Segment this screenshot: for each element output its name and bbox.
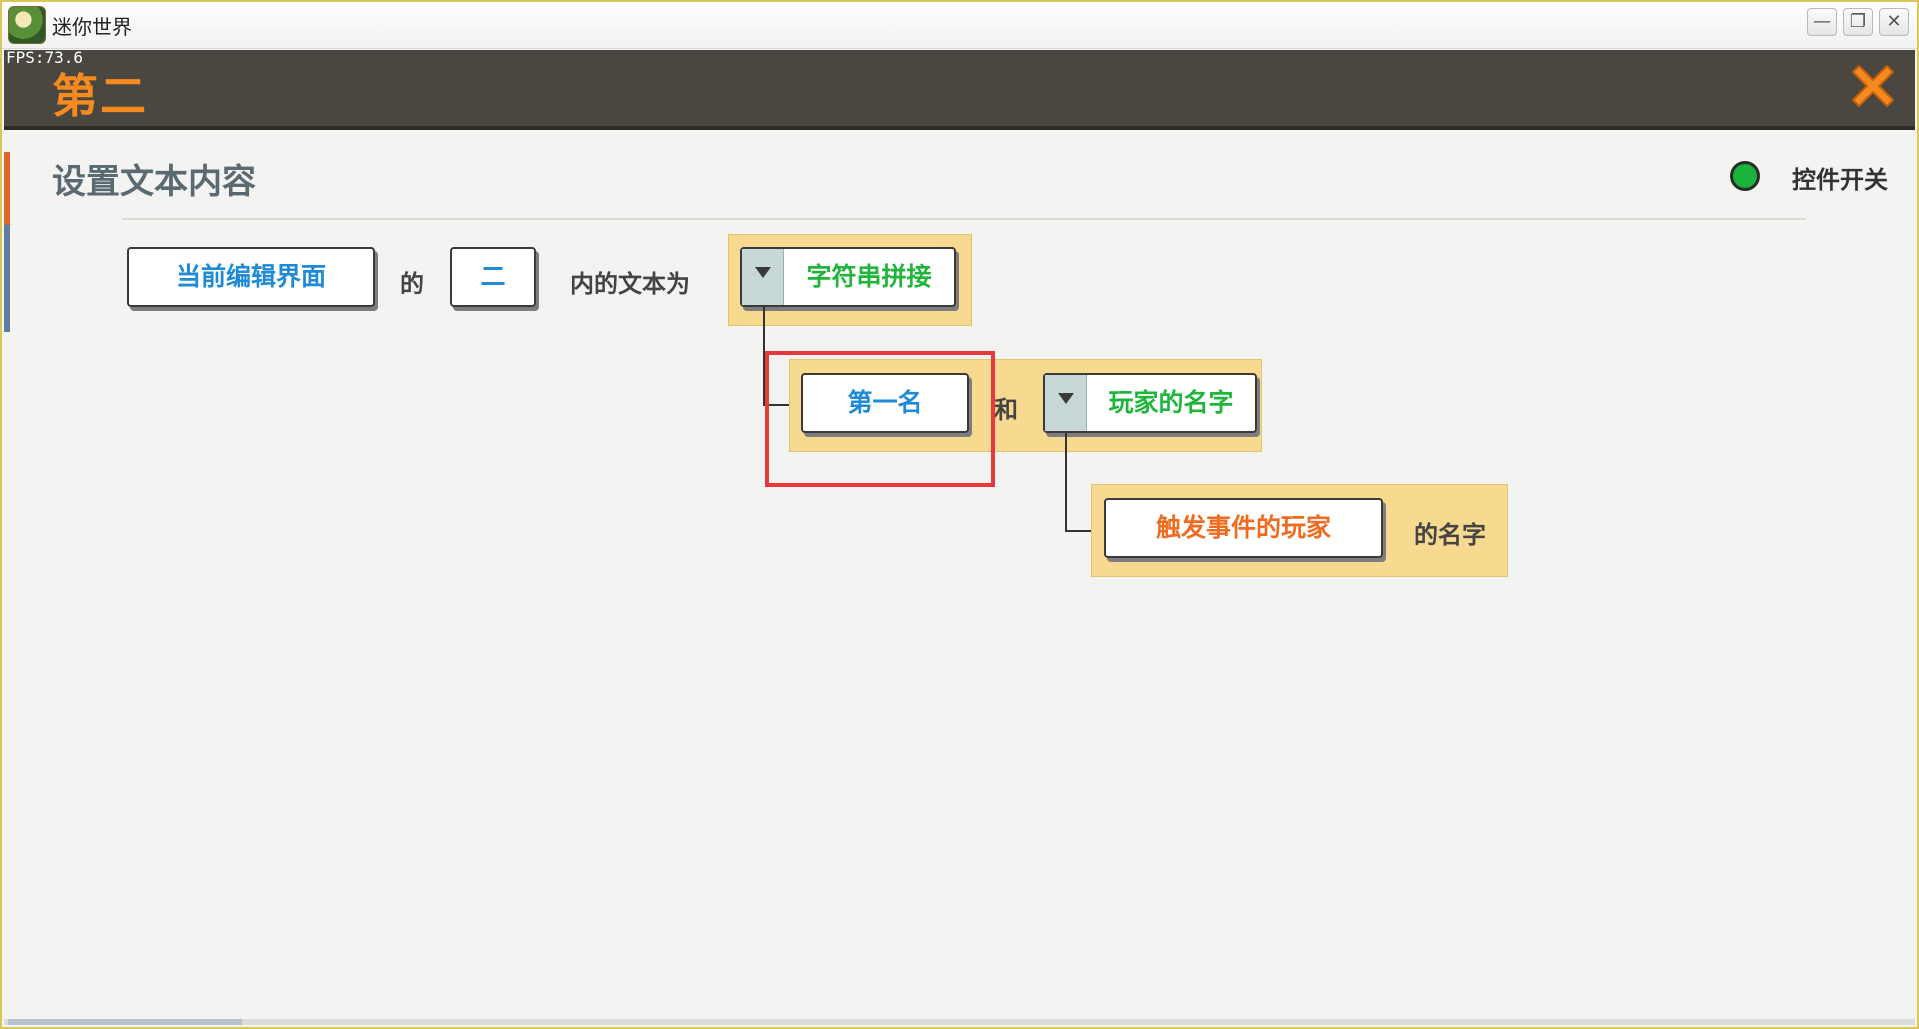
app-logo-icon: [8, 6, 46, 44]
control-toggle-indicator[interactable]: [1730, 161, 1760, 191]
target-ui-button[interactable]: 当前编辑界面: [127, 247, 375, 307]
editor-header: 第二: [4, 50, 1915, 130]
horizontal-scrollbar[interactable]: [4, 1019, 1915, 1025]
tree-connector: [1065, 530, 1091, 532]
element-select-button[interactable]: 二: [450, 247, 536, 307]
name-suffix-text: 的名字: [1414, 521, 1486, 549]
tree-connector: [1065, 433, 1067, 532]
dropdown-arrow-icon: [1045, 375, 1087, 431]
minimize-button[interactable]: —: [1807, 8, 1837, 36]
app-window: 迷你世界 — ❐ ✕ FPS:73.6 第二 设置文本内容 控件开关 当前编辑界…: [0, 0, 1919, 1029]
player-name-dropdown-label: 玩家的名字: [1108, 388, 1234, 417]
selection-highlight: [765, 351, 995, 487]
connector-of-text: 的: [400, 270, 424, 298]
section-title: 设置文本内容: [52, 162, 256, 202]
text-content-label: 内的文本为: [570, 270, 690, 298]
restore-button[interactable]: ❐: [1843, 8, 1873, 36]
scrollbar-thumb[interactable]: [8, 1019, 242, 1025]
app-title: 迷你世界: [52, 15, 132, 39]
window-close-button[interactable]: ✕: [1879, 8, 1909, 36]
dropdown-arrow-icon: [742, 249, 784, 305]
control-toggle-label: 控件开关: [1792, 166, 1888, 194]
player-name-dropdown[interactable]: 玩家的名字: [1043, 373, 1257, 433]
trigger-player-button[interactable]: 触发事件的玩家: [1104, 498, 1383, 558]
side-accent-strip: [4, 152, 10, 332]
connector-and-text: 和: [994, 396, 1018, 424]
close-icon[interactable]: [1845, 58, 1901, 114]
section-divider: [122, 218, 1806, 220]
function-dropdown[interactable]: 字符串拼接: [740, 247, 956, 307]
page-title: 第二: [52, 69, 148, 123]
function-dropdown-label: 字符串拼接: [806, 262, 932, 291]
title-bar: 迷你世界 — ❐ ✕: [2, 2, 1917, 49]
fps-counter: FPS:73.6: [6, 48, 84, 67]
